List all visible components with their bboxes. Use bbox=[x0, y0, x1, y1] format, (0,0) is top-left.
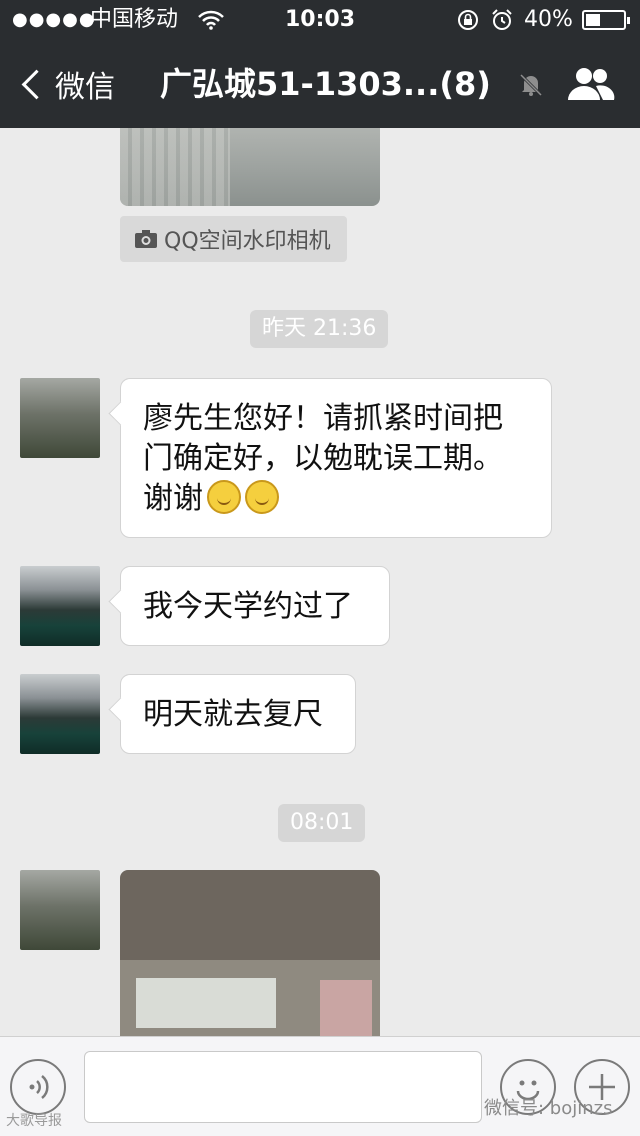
navigation-bar: 微信 广弘城51-1303...(8) bbox=[0, 40, 640, 128]
avatar[interactable] bbox=[20, 378, 100, 458]
battery-icon bbox=[582, 10, 630, 30]
message-input[interactable] bbox=[84, 1051, 482, 1123]
message-bubble[interactable]: 明天就去复尺 bbox=[120, 674, 356, 754]
image-source-label: QQ空间水印相机 bbox=[164, 229, 331, 254]
alarm-icon bbox=[490, 0, 514, 40]
battery-percent: 40% bbox=[524, 7, 573, 32]
message-text-line: 谢谢 bbox=[143, 481, 203, 516]
back-button[interactable]: 微信 bbox=[18, 40, 115, 128]
camera-icon bbox=[135, 230, 157, 248]
chat-title: 广弘城51-1303...(8) bbox=[160, 65, 491, 103]
message-bubble[interactable]: 廖先生您好！请抓紧时间把 门确定好，以勉耽误工期。 谢谢 bbox=[120, 378, 552, 538]
avatar[interactable] bbox=[20, 674, 100, 754]
timestamp: 08:01 bbox=[278, 804, 366, 842]
image-source-tag[interactable]: QQ空间水印相机 bbox=[120, 216, 347, 262]
message-text: 明天就去复尺 bbox=[143, 697, 323, 732]
photo-message-partial[interactable] bbox=[120, 128, 380, 206]
smile-emoji-icon bbox=[207, 480, 241, 514]
group-members-icon[interactable] bbox=[566, 66, 616, 102]
input-bar bbox=[0, 1036, 640, 1136]
message-text: 我今天学约过了 bbox=[143, 589, 353, 624]
timestamp: 昨天 21:36 bbox=[250, 310, 389, 348]
voice-icon bbox=[29, 1075, 49, 1099]
top-bar: ●●●●● 中国移动 10:03 40% 微信 广弘城51-1303...(8) bbox=[0, 0, 640, 128]
voice-input-button[interactable] bbox=[10, 1059, 66, 1115]
rotation-lock-icon bbox=[456, 0, 480, 40]
status-bar: ●●●●● 中国移动 10:03 40% bbox=[0, 0, 640, 40]
battery-level bbox=[586, 14, 600, 26]
message-bubble[interactable]: 我今天学约过了 bbox=[120, 566, 390, 646]
chat-messages[interactable]: QQ空间水印相机 昨天 21:36 廖先生您好！请抓紧时间把 门确定好，以勉耽误… bbox=[0, 128, 640, 1036]
avatar[interactable] bbox=[20, 870, 100, 950]
mute-bell-icon bbox=[519, 73, 543, 97]
photo-message[interactable] bbox=[120, 870, 380, 1036]
message-text-line: 门确定好，以勉耽误工期。 bbox=[143, 441, 503, 476]
message-text-line: 廖先生您好！请抓紧时间把 bbox=[143, 401, 503, 436]
watermark-left: 大歌导报 bbox=[6, 1113, 62, 1129]
avatar[interactable] bbox=[20, 566, 100, 646]
smile-emoji-icon bbox=[245, 480, 279, 514]
chevron-left-icon bbox=[21, 69, 52, 99]
watermark-right: 微信号: bojinzs bbox=[484, 1098, 613, 1119]
back-label: 微信 bbox=[55, 70, 115, 105]
